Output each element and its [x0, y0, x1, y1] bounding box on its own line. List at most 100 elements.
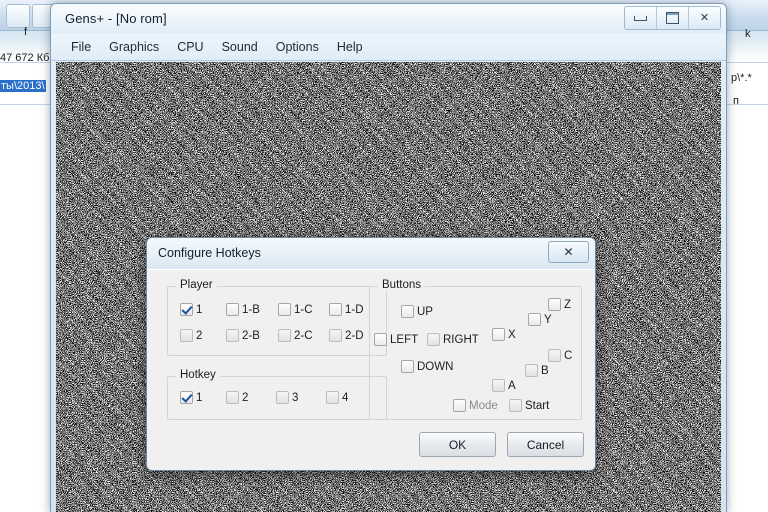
checkbox-box: [509, 399, 522, 412]
checkbox-label: UP: [417, 305, 433, 318]
checkbox-label: Y: [544, 313, 552, 326]
checkbox-label: 1-C: [294, 303, 313, 316]
close-button[interactable]: ✕: [689, 7, 720, 29]
checkbox-label: Mode: [469, 399, 498, 412]
checkbox-label: DOWN: [417, 360, 454, 373]
checkbox-label: X: [508, 328, 516, 341]
checkbox-button-down[interactable]: DOWN: [401, 360, 453, 373]
background-text-size: 47 672 Кб: [0, 52, 50, 64]
checkbox-hotkey-4[interactable]: 4: [326, 391, 348, 404]
dialog-body: Player 1 1-B 1-C 1-D 2 2-B 2-C 2-D Hotke…: [147, 269, 595, 470]
menu-item-options[interactable]: Options: [267, 37, 328, 57]
checkbox-label: 2: [196, 329, 203, 342]
checkbox-label: 2: [242, 391, 249, 404]
checkbox-label: Start: [525, 399, 550, 412]
checkbox-label: Z: [564, 298, 572, 311]
checkbox-hotkey-3[interactable]: 3: [276, 391, 298, 404]
dialog-titlebar[interactable]: Configure Hotkeys ✕: [147, 238, 595, 270]
close-icon: ✕: [563, 245, 574, 259]
background-text-f: f: [24, 26, 28, 38]
checkbox-hotkey-2[interactable]: 2: [226, 391, 248, 404]
checkbox-box: [374, 333, 387, 346]
checkbox-button-x[interactable]: X: [492, 328, 516, 341]
checkbox-box: [528, 313, 541, 326]
background-text-misc: п: [733, 95, 739, 107]
configure-hotkeys-dialog: Configure Hotkeys ✕ Player 1 1-B 1-C 1-D…: [146, 237, 596, 471]
checkbox-box: [492, 379, 505, 392]
dialog-close-button[interactable]: ✕: [548, 241, 589, 263]
background-text-path: ты\2013\: [0, 80, 46, 92]
checkbox-label: 4: [342, 391, 349, 404]
hotkey-groupbox: Hotkey 1 2 3 4: [167, 369, 387, 420]
checkbox-player-1[interactable]: 1: [180, 303, 202, 316]
hotkey-group-label: Hotkey: [176, 369, 220, 381]
checkbox-player-2d[interactable]: 2-D: [329, 329, 364, 342]
minimize-icon: [634, 15, 647, 21]
checkbox-button-left[interactable]: LEFT: [374, 333, 418, 346]
ok-button[interactable]: OK: [419, 432, 496, 457]
checkbox-label: 1-D: [345, 303, 364, 316]
checkbox-box: [278, 329, 291, 342]
background-toolbar-icon[interactable]: [6, 4, 30, 28]
checkbox-button-y[interactable]: Y: [528, 313, 552, 326]
checkbox-label: B: [541, 364, 549, 377]
background-text-mask: p\*.*: [731, 72, 752, 84]
checkbox-box: [226, 329, 239, 342]
checkbox-box: [278, 303, 291, 316]
checkbox-box: [329, 303, 342, 316]
checkbox-box: [276, 391, 289, 404]
checkbox-button-up[interactable]: UP: [401, 305, 433, 318]
checkbox-box: [226, 303, 239, 316]
close-icon: ✕: [699, 11, 710, 24]
gens-titlebar[interactable]: Gens+ - [No rom] ✕: [51, 4, 726, 34]
checkbox-button-right[interactable]: RIGHT: [427, 333, 479, 346]
window-controls: ✕: [624, 6, 721, 30]
maximize-icon: [666, 12, 679, 24]
checkbox-label: 1-B: [242, 303, 260, 316]
checkbox-button-c[interactable]: C: [548, 349, 572, 362]
checkbox-box: [326, 391, 339, 404]
checkbox-label: 3: [292, 391, 299, 404]
cancel-button[interactable]: Cancel: [507, 432, 584, 457]
menu-item-file[interactable]: File: [62, 37, 100, 57]
minimize-button[interactable]: [625, 7, 657, 29]
checkbox-label: 2-C: [294, 329, 313, 342]
ok-button-label: OK: [448, 437, 467, 452]
maximize-button[interactable]: [657, 7, 689, 29]
checkbox-box: [427, 333, 440, 346]
checkbox-label: RIGHT: [443, 333, 479, 346]
dialog-title: Configure Hotkeys: [158, 246, 261, 260]
checkbox-label: LEFT: [390, 333, 419, 346]
checkbox-player-2c[interactable]: 2-C: [278, 329, 313, 342]
checkbox-button-mode[interactable]: Mode: [453, 399, 498, 412]
menu-item-help[interactable]: Help: [328, 37, 372, 57]
checkbox-box: [548, 349, 561, 362]
checkbox-box: [180, 391, 193, 404]
checkbox-label: 2-B: [242, 329, 260, 342]
checkbox-player-1b[interactable]: 1-B: [226, 303, 260, 316]
checkbox-player-2b[interactable]: 2-B: [226, 329, 260, 342]
checkbox-label: 1: [196, 391, 203, 404]
checkbox-button-b[interactable]: B: [525, 364, 549, 377]
menu-item-graphics[interactable]: Graphics: [100, 37, 168, 57]
checkbox-box: [492, 328, 505, 341]
checkbox-hotkey-1[interactable]: 1: [180, 391, 202, 404]
buttons-group-label: Buttons: [378, 279, 425, 291]
checkbox-box: [180, 329, 193, 342]
checkbox-box: [226, 391, 239, 404]
background-text-k: k: [745, 28, 751, 40]
checkbox-label: 2-D: [345, 329, 364, 342]
checkbox-player-1c[interactable]: 1-C: [278, 303, 313, 316]
checkbox-box: [453, 399, 466, 412]
menu-item-sound[interactable]: Sound: [213, 37, 267, 57]
menu-item-cpu[interactable]: CPU: [168, 37, 212, 57]
checkbox-player-2[interactable]: 2: [180, 329, 202, 342]
gens-menubar: File Graphics CPU Sound Options Help: [51, 34, 726, 61]
checkbox-button-a[interactable]: A: [492, 379, 516, 392]
checkbox-label: C: [564, 349, 573, 362]
checkbox-button-z[interactable]: Z: [548, 298, 571, 311]
checkbox-button-start[interactable]: Start: [509, 399, 549, 412]
checkbox-player-1d[interactable]: 1-D: [329, 303, 364, 316]
checkbox-box: [401, 305, 414, 318]
buttons-groupbox: Buttons UP LEFT RIGHT DOWN Z Y X C B A M…: [369, 279, 582, 420]
